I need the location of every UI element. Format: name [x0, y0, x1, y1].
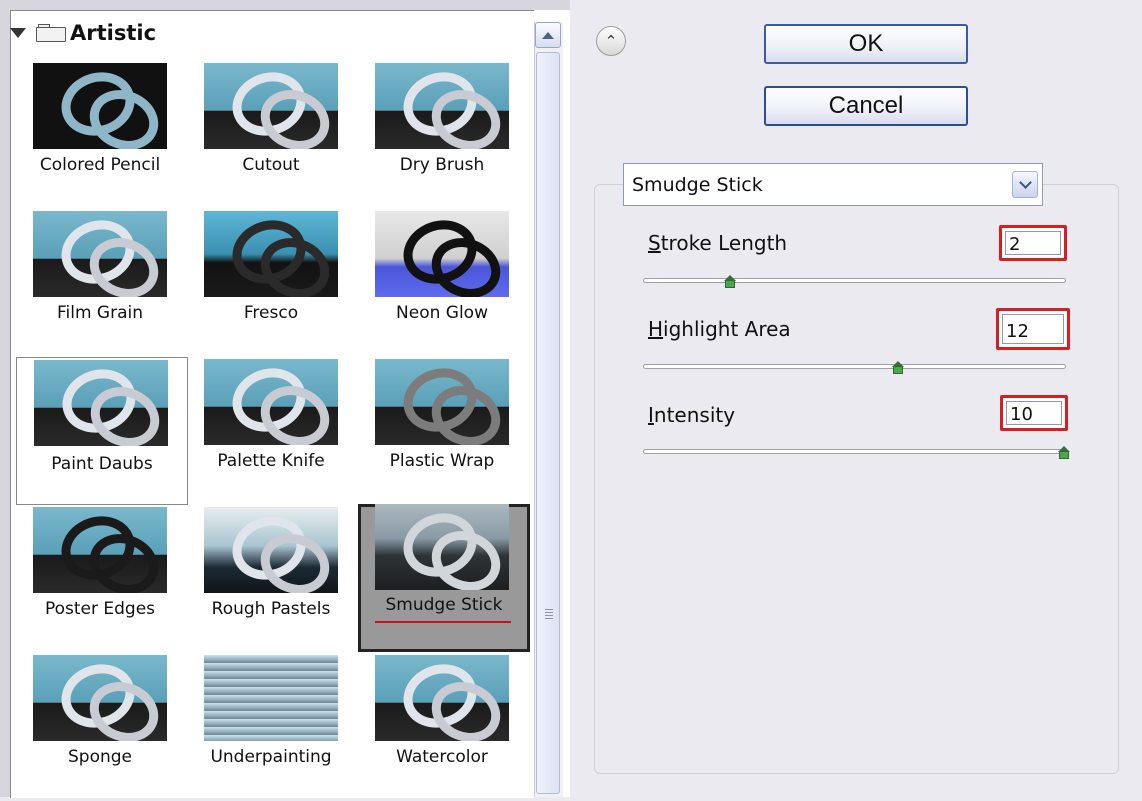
group-title: Artistic: [70, 21, 157, 45]
panel-frame-top: [0, 0, 570, 10]
filter-neon-glow[interactable]: Neon Glow: [358, 211, 526, 357]
filter-watercolor[interactable]: Watercolor: [358, 655, 526, 801]
folder-icon: [36, 24, 66, 42]
filter-label: Colored Pencil: [39, 155, 161, 175]
poster-edges-thumbnail: [33, 507, 167, 593]
filter-sponge[interactable]: Sponge: [16, 655, 184, 801]
filter-rough-pastels[interactable]: Rough Pastels: [187, 507, 355, 653]
double-chevron-up-icon[interactable]: ⌃: [596, 26, 626, 56]
filter-dropdown-value: Smudge Stick: [632, 174, 763, 196]
intensity-field[interactable]: 10: [1000, 395, 1068, 431]
ok-button[interactable]: OK: [764, 24, 968, 64]
stroke-length-value[interactable]: 2: [1005, 231, 1061, 255]
fresco-thumbnail: [204, 211, 338, 297]
grip-icon: [545, 609, 553, 619]
cutout-thumbnail: [204, 63, 338, 149]
rough-pastels-thumbnail: [204, 507, 338, 593]
film-grain-thumbnail: [33, 211, 167, 297]
filter-label: Dry Brush: [399, 155, 485, 175]
expand-triangle-icon[interactable]: [10, 28, 26, 38]
filter-label: Film Grain: [56, 303, 144, 323]
smudge-stick-thumbnail: [375, 504, 509, 590]
filter-label: Paint Daubs: [51, 454, 153, 474]
filter-label: Sponge: [67, 747, 132, 767]
intensity-label: Intensity: [648, 403, 736, 427]
selected-underline: [375, 621, 511, 623]
paint-daubs-thumbnail: [34, 360, 168, 446]
scrollbar-thumb[interactable]: [536, 52, 560, 794]
neon-glow-thumbnail: [375, 211, 509, 297]
sponge-thumbnail: [33, 655, 167, 741]
chevron-down-icon[interactable]: [1012, 171, 1038, 198]
intensity-slider-track[interactable]: [643, 449, 1066, 454]
intensity-value[interactable]: 10: [1006, 401, 1062, 425]
filter-label: Poster Edges: [44, 599, 156, 619]
filter-label: Rough Pastels: [211, 599, 331, 619]
filter-palette-knife[interactable]: Palette Knife: [187, 359, 355, 505]
filter-dry-brush[interactable]: Dry Brush: [358, 63, 526, 209]
watercolor-thumbnail: [375, 655, 509, 741]
filter-plastic-wrap[interactable]: Plastic Wrap: [358, 359, 526, 505]
plastic-wrap-thumbnail: [375, 359, 509, 445]
highlight-area-slider-track[interactable]: [643, 364, 1066, 369]
underpainting-thumbnail: [204, 655, 338, 741]
filter-poster-edges[interactable]: Poster Edges: [16, 507, 184, 653]
filter-film-grain[interactable]: Film Grain: [16, 211, 184, 357]
highlight-area-field[interactable]: 12: [996, 308, 1070, 350]
filter-label: Smudge Stick: [385, 595, 503, 615]
cancel-button[interactable]: Cancel: [764, 86, 968, 126]
filter-label: Fresco: [243, 303, 299, 323]
filter-paint-daubs[interactable]: Paint Daubs: [16, 357, 188, 505]
filter-colored-pencil[interactable]: Colored Pencil: [16, 63, 184, 209]
stroke-length-slider-thumb[interactable]: [724, 275, 736, 288]
artistic-group-header[interactable]: Artistic: [10, 18, 156, 48]
filter-label: Neon Glow: [396, 303, 488, 323]
filter-dropdown[interactable]: Smudge Stick: [623, 163, 1043, 206]
filter-fresco[interactable]: Fresco: [187, 211, 355, 357]
filter-smudge-stick[interactable]: Smudge Stick: [358, 504, 530, 652]
stroke-length-label: Stroke Length: [648, 231, 788, 255]
palette-knife-thumbnail: [204, 359, 338, 445]
filter-label: Cutout: [242, 155, 300, 175]
filter-gallery-panel: Artistic Colored Pencil Cutout Dry Brush…: [0, 0, 570, 798]
panel-frame-left: [0, 0, 10, 797]
stroke-length-field[interactable]: 2: [999, 225, 1067, 261]
filter-cutout[interactable]: Cutout: [187, 63, 355, 209]
filter-label: Palette Knife: [217, 451, 325, 471]
highlight-area-slider-thumb[interactable]: [892, 361, 904, 374]
dry-brush-thumbnail: [375, 63, 509, 149]
highlight-area-label: Highlight Area: [648, 317, 791, 341]
arrow-up-icon: [542, 31, 554, 39]
stroke-length-slider-track[interactable]: [643, 278, 1066, 283]
filter-label: Underpainting: [210, 747, 332, 767]
intensity-slider-thumb[interactable]: [1058, 446, 1070, 459]
filter-underpainting[interactable]: Underpainting: [187, 655, 355, 801]
filter-label: Plastic Wrap: [389, 451, 495, 471]
scroll-up-button[interactable]: [535, 22, 561, 48]
settings-group-box: [594, 184, 1119, 774]
gallery-scrollbar[interactable]: [534, 22, 563, 797]
filter-label: Watercolor: [396, 747, 488, 767]
colored-pencil-thumbnail: [33, 63, 167, 149]
highlight-area-value[interactable]: 12: [1002, 314, 1064, 344]
